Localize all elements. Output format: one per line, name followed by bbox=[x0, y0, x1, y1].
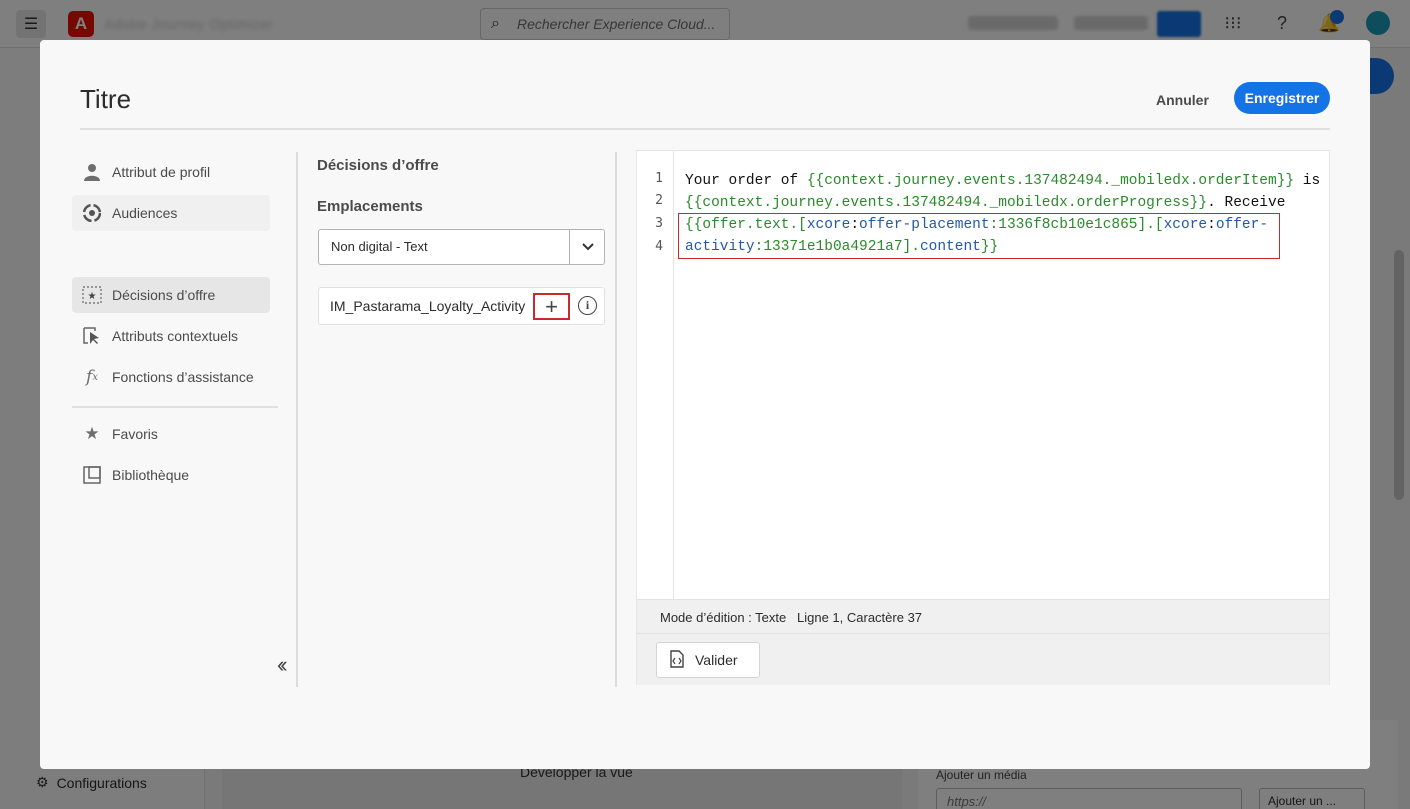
cancel-button[interactable]: Annuler bbox=[1142, 84, 1223, 116]
editor-footer: Valider bbox=[637, 633, 1329, 685]
menu-item-contextual-attributes[interactable]: Attributs contextuels bbox=[72, 318, 270, 354]
code-expression: {{context.journey.events.137482494._mobi… bbox=[685, 195, 1208, 211]
line-number: 2 bbox=[655, 193, 663, 208]
validate-label: Valider bbox=[695, 652, 738, 668]
menu-item-library[interactable]: Bibliothèque bbox=[72, 457, 270, 493]
user-icon bbox=[82, 162, 102, 182]
modal-title: Titre bbox=[80, 84, 132, 114]
validate-code-icon bbox=[669, 649, 685, 671]
menu-item-profile-attributes[interactable]: Attribut de profil bbox=[72, 154, 270, 190]
menu-item-label: Fonctions d’assistance bbox=[112, 369, 254, 385]
line-number: 4 bbox=[655, 239, 663, 254]
offer-activity-name: IM_Pastarama_Loyalty_Activity bbox=[330, 298, 526, 314]
editor-status-bar: Mode d’édition : Texte Ligne 1, Caractèr… bbox=[637, 599, 1329, 633]
info-icon[interactable]: i bbox=[578, 296, 597, 315]
menu-item-label: Attributs contextuels bbox=[112, 328, 239, 344]
code-text: . Receive bbox=[1207, 195, 1286, 211]
menu-item-label: Décisions d’offre bbox=[112, 287, 216, 303]
placements-label: Emplacements bbox=[317, 198, 423, 215]
menu-item-label: Attribut de profil bbox=[112, 164, 211, 180]
collapse-panel-icon[interactable]: ‹‹ bbox=[277, 652, 287, 678]
line-number: 1 bbox=[655, 171, 663, 186]
code-line-1[interactable]: Your order of {{context.journey.events.1… bbox=[685, 173, 1320, 189]
menu-item-offer-decisions[interactable]: ★ Décisions d’offre bbox=[72, 277, 270, 313]
edit-mode-label: Mode d’édition : Texte bbox=[660, 610, 787, 625]
menu-item-helper-functions[interactable]: fx Fonctions d’assistance bbox=[72, 359, 270, 395]
menu-item-label: Favoris bbox=[112, 426, 158, 442]
menu-item-favorites[interactable]: ★ Favoris bbox=[72, 416, 270, 452]
audience-icon bbox=[82, 203, 102, 223]
save-button[interactable]: Enregistrer bbox=[1234, 82, 1330, 114]
panel-divider bbox=[615, 152, 617, 687]
validate-button[interactable]: Valider bbox=[656, 642, 760, 678]
panel-divider bbox=[296, 152, 298, 687]
line-number: 3 bbox=[655, 216, 663, 231]
offer-activity-item[interactable]: IM_Pastarama_Loyalty_Activity + i bbox=[318, 287, 605, 325]
contextual-attribute-icon bbox=[82, 326, 102, 346]
line-number-gutter: 1 2 3 4 bbox=[637, 151, 674, 599]
svg-text:★: ★ bbox=[88, 291, 97, 302]
plus-icon: + bbox=[545, 293, 558, 319]
code-text: Your order of bbox=[685, 173, 807, 189]
placement-select[interactable]: Non digital - Text bbox=[318, 229, 605, 265]
star-icon: ★ bbox=[84, 424, 100, 443]
code-expression: {{context.journey.events.137482494._mobi… bbox=[806, 173, 1295, 189]
offer-decision-icon: ★ bbox=[82, 285, 102, 305]
personalization-editor-modal: Titre Annuler Enregistrer Attribut de pr… bbox=[40, 40, 1370, 769]
add-offer-button[interactable]: + bbox=[533, 293, 570, 320]
offer-expression-highlight bbox=[678, 213, 1280, 259]
expression-editor[interactable]: 1 2 3 4 Your order of {{context.journey.… bbox=[636, 150, 1330, 685]
menu-item-audiences[interactable]: Audiences bbox=[72, 195, 270, 231]
menu-item-label: Audiences bbox=[112, 205, 178, 221]
menu-divider bbox=[72, 406, 278, 408]
cursor-position: Ligne 1, Caractère 37 bbox=[797, 610, 923, 625]
placement-selected-value: Non digital - Text bbox=[331, 239, 428, 254]
code-line-2[interactable]: {{context.journey.events.137482494._mobi… bbox=[685, 195, 1285, 211]
chevron-down-icon[interactable] bbox=[569, 230, 605, 264]
menu-item-label: Bibliothèque bbox=[112, 467, 190, 483]
code-text: is bbox=[1294, 173, 1321, 189]
library-icon bbox=[82, 465, 102, 485]
divider bbox=[80, 128, 1330, 130]
offer-decisions-heading: Décisions d’offre bbox=[317, 157, 439, 174]
function-icon: fx bbox=[86, 367, 98, 387]
